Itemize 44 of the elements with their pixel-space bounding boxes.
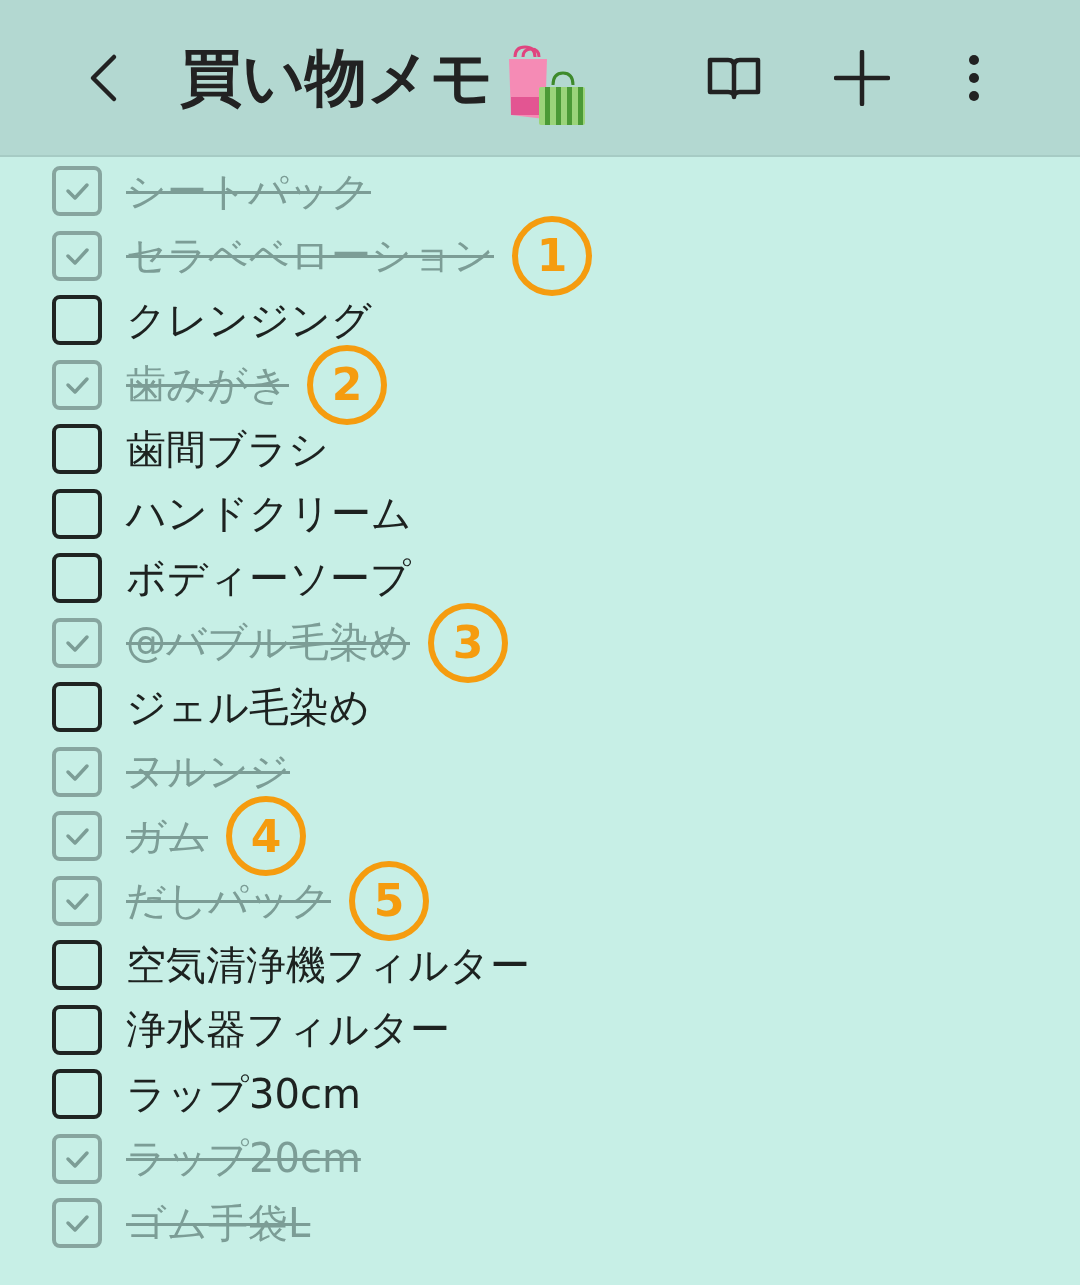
- checkbox[interactable]: [52, 1004, 102, 1055]
- checkbox[interactable]: [52, 166, 102, 217]
- more-options-icon[interactable]: [968, 53, 980, 102]
- checkbox[interactable]: [52, 230, 102, 281]
- item-text: クレンジング: [126, 295, 372, 345]
- circled-number: 5: [349, 860, 429, 941]
- add-icon[interactable]: [834, 49, 890, 106]
- checkbox[interactable]: [52, 875, 102, 926]
- item-text: ハンドクリーム: [126, 489, 412, 539]
- checkbox[interactable]: [52, 682, 102, 733]
- note-title: 買い物メモ: [180, 39, 493, 116]
- item-text: ヌルンジ: [126, 747, 290, 797]
- item-text: 歯間ブラシ: [126, 424, 329, 474]
- checkbox[interactable]: [52, 1198, 102, 1249]
- item-text: 歯みがき: [126, 360, 289, 410]
- item-text: @バブル毛染め: [126, 618, 410, 668]
- checkbox[interactable]: [52, 553, 102, 604]
- checkbox[interactable]: [52, 295, 102, 346]
- item-text: ガム: [126, 811, 208, 861]
- checkbox[interactable]: [52, 811, 102, 862]
- back-icon[interactable]: [88, 52, 118, 103]
- circled-number: 4: [226, 796, 306, 877]
- circled-number: 2: [307, 344, 387, 425]
- circled-number: 1: [512, 215, 592, 296]
- item-text: ボディーソープ: [126, 553, 411, 603]
- item-text: 空気清浄機フィルター: [126, 940, 530, 990]
- item-text: ラップ30cm: [126, 1069, 361, 1119]
- item-text: だしパック: [126, 876, 331, 926]
- checkbox[interactable]: [52, 1069, 102, 1120]
- checkbox[interactable]: [52, 488, 102, 539]
- checkbox[interactable]: [52, 617, 102, 668]
- checkbox[interactable]: [52, 1133, 102, 1184]
- item-text: ゴム手袋L: [126, 1198, 311, 1248]
- checkbox[interactable]: [52, 424, 102, 475]
- checkbox[interactable]: [52, 940, 102, 991]
- book-icon[interactable]: [706, 55, 762, 100]
- item-text: シートパック: [126, 166, 371, 216]
- circled-number: 3: [428, 602, 508, 683]
- item-text: ラップ20cm: [126, 1134, 361, 1184]
- item-text: セラベベローション: [126, 231, 494, 281]
- item-text: ジェル毛染め: [126, 682, 370, 732]
- item-text: 浄水器フィルター: [126, 1005, 450, 1055]
- checkbox[interactable]: [52, 746, 102, 797]
- checkbox[interactable]: [52, 359, 102, 410]
